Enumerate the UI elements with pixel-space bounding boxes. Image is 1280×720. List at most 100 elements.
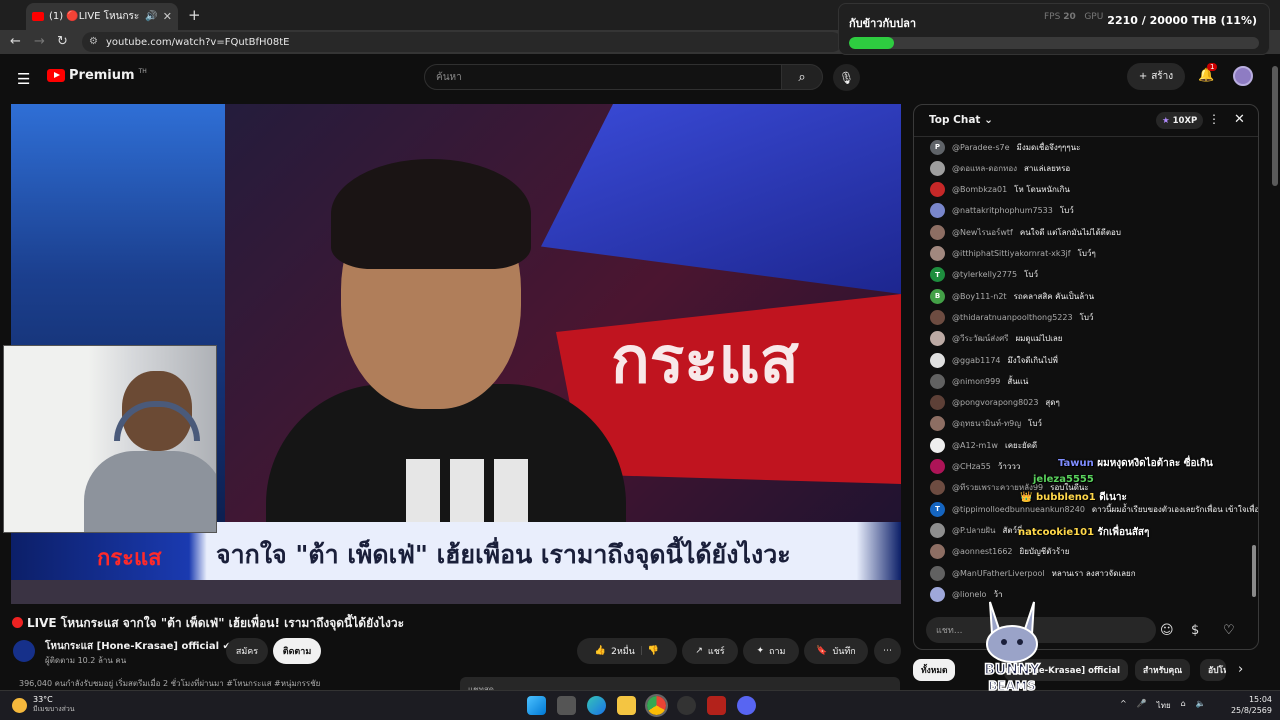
chat-author[interactable]: @ggab1174 — [952, 356, 1001, 365]
audio-icon[interactable]: 🔊 — [145, 11, 157, 22]
chat-avatar[interactable] — [930, 565, 945, 581]
site-info-icon[interactable]: ⚙ — [89, 36, 98, 47]
task-view-icon[interactable] — [557, 696, 576, 715]
clock[interactable]: 15:04 25/8/2569 — [1228, 694, 1272, 716]
chat-avatar[interactable] — [930, 373, 945, 389]
chat-author[interactable]: @thidaratnuanpoolthong5223 — [952, 313, 1073, 322]
like-count[interactable]: 2หมื่น — [611, 644, 635, 658]
ask-button[interactable]: ✦ ถาม — [743, 638, 799, 664]
heart-icon[interactable]: ♡ — [1223, 623, 1235, 638]
channel-name[interactable]: โหนกระแส [Hone-Krasae] official ✔ — [45, 639, 231, 654]
chat-avatar[interactable] — [930, 309, 945, 325]
chat-message[interactable]: @วีระวัฒน์ส่งศรี ผมดูแม่ไปเลย — [930, 331, 1062, 347]
chat-avatar[interactable] — [930, 480, 945, 496]
start-icon[interactable] — [527, 696, 546, 715]
obs-icon[interactable] — [677, 696, 696, 715]
chat-author[interactable]: @วีระวัฒน์ส่งศรี — [952, 332, 1008, 345]
chat-avatar[interactable]: T — [930, 501, 945, 517]
dislike-icon[interactable]: 👎 — [648, 646, 659, 656]
language-indicator[interactable]: ไทย — [1157, 699, 1171, 712]
chat-message[interactable]: @ฤทธนามินท์-ท9ญ โบว์ — [930, 416, 1042, 432]
chat-author[interactable]: @CHza55 — [952, 462, 991, 471]
volume-icon[interactable]: 🔈 — [1196, 699, 1206, 712]
chat-author[interactable]: @ฤทธนามินท์-ท9ญ — [952, 417, 1021, 430]
chat-message[interactable]: @P.ปลายฝัน สัตว์นี่ — [930, 522, 1022, 538]
file-explorer-icon[interactable] — [617, 696, 636, 715]
chat-author[interactable]: @aonnest1662 — [952, 547, 1013, 556]
chat-message[interactable]: @Bombkza01 โห โดนหนักเกิน — [930, 182, 1070, 198]
chat-author[interactable]: @tylerkelly2775 — [952, 270, 1017, 279]
chat-author[interactable]: @itthiphatSittiyakornrat-xk3jf — [952, 249, 1071, 258]
subscribe-button[interactable]: ติดตาม — [273, 638, 321, 664]
chat-avatar[interactable]: B — [930, 288, 945, 304]
xp-badge[interactable]: ★ 10XP — [1156, 112, 1204, 129]
voice-search-button[interactable]: 🎙 — [833, 64, 860, 91]
search-button[interactable]: ⌕ — [781, 64, 823, 90]
chrome-icon[interactable] — [645, 694, 668, 717]
chat-avatar[interactable] — [930, 522, 945, 538]
chat-message[interactable]: @ManUFatherLiverpool หลานเรา ลงสาวจัดเลยก — [930, 565, 1136, 581]
edge-icon[interactable] — [587, 696, 606, 715]
chat-avatar[interactable] — [930, 352, 945, 368]
account-avatar[interactable] — [1233, 66, 1253, 86]
chat-avatar[interactable] — [930, 331, 945, 347]
tray-mic-icon[interactable]: 🎤 — [1137, 699, 1147, 712]
filter-chip-all[interactable]: ทั้งหมด — [913, 659, 956, 681]
chat-avatar[interactable] — [930, 395, 945, 411]
url-field[interactable]: ⚙ youtube.com/watch?v=FQutBfH08tE — [82, 32, 842, 52]
channel-avatar[interactable] — [13, 640, 35, 662]
chat-author[interactable]: @Paradee-s7e — [952, 143, 1010, 152]
discord-icon[interactable] — [737, 696, 756, 715]
chat-avatar[interactable] — [930, 459, 945, 474]
forward-icon[interactable]: → — [34, 34, 45, 49]
chat-author[interactable]: @ManUFatherLiverpool — [952, 569, 1045, 578]
chat-avatar[interactable] — [930, 416, 945, 432]
chat-author[interactable]: @pongvorapong8023 — [952, 398, 1038, 407]
chat-author[interactable]: @Bombkza01 — [952, 185, 1007, 194]
join-button[interactable]: สมัคร — [226, 638, 268, 664]
chat-avatar[interactable]: P — [930, 139, 945, 155]
create-button[interactable]: + สร้าง — [1127, 63, 1185, 90]
save-button[interactable]: 🔖 บันทึก — [804, 638, 868, 664]
new-tab-icon[interactable]: + — [188, 6, 201, 24]
chat-message[interactable]: @thidaratnuanpoolthong5223 โบว์ — [930, 309, 1093, 325]
tray-chevron-icon[interactable]: ^ — [1120, 699, 1127, 712]
chat-author[interactable]: @P.ปลายฝัน — [952, 524, 995, 537]
filter-chip-uploads[interactable]: อัปโหลด — [1200, 659, 1226, 681]
network-icon[interactable]: ⌂ — [1181, 699, 1186, 712]
notifications-button[interactable]: 🔔 1 — [1198, 63, 1218, 83]
chat-message[interactable]: P @Paradee-s7e มีงมดเชื่อจึงๆๆๆนะ — [930, 139, 1080, 155]
reload-icon[interactable]: ↻ — [57, 34, 68, 49]
youtube-premium-logo[interactable]: Premium TH — [47, 68, 147, 83]
chevron-right-icon[interactable]: › — [1238, 662, 1243, 677]
chat-message[interactable]: @A12-m1w เคยะยัดดี — [930, 437, 1037, 453]
chat-scrollbar[interactable] — [1252, 145, 1257, 605]
chat-avatar[interactable] — [930, 246, 945, 261]
close-chat-icon[interactable]: ✕ — [1234, 112, 1245, 127]
chat-message[interactable]: B @Boy111-n2t รถคลาสสิค คันเป็นล้าน — [930, 288, 1094, 304]
chat-avatar[interactable] — [930, 182, 945, 198]
chat-author[interactable]: @nimon999 — [952, 377, 1000, 386]
chat-mode-dropdown[interactable]: Top Chat ⌄ — [929, 114, 993, 126]
chat-avatar[interactable] — [930, 224, 945, 240]
chat-avatar[interactable]: T — [930, 267, 945, 283]
close-tab-icon[interactable]: ✕ — [163, 10, 172, 23]
back-icon[interactable]: ← — [10, 34, 21, 49]
chat-author[interactable]: @nattakritphophum7533 — [952, 206, 1053, 215]
emoji-icon[interactable]: ☺ — [1160, 623, 1174, 638]
dota-icon[interactable] — [707, 696, 726, 715]
chat-avatar[interactable] — [930, 160, 945, 176]
chat-message[interactable]: @ดอแหล-ดอกทอง สาแล่เลยหรอ — [930, 160, 1070, 176]
chat-author[interactable]: @A12-m1w — [952, 441, 998, 450]
chat-avatar[interactable] — [930, 586, 945, 602]
chat-author[interactable]: @Boy111-n2t — [952, 292, 1007, 301]
super-chat-icon[interactable]: $ — [1191, 623, 1199, 638]
chat-avatar[interactable] — [930, 437, 945, 453]
chat-avatar[interactable] — [930, 203, 945, 219]
chat-more-icon[interactable]: ⋮ — [1208, 112, 1220, 126]
hamburger-menu-icon[interactable]: ☰ — [17, 70, 30, 88]
chat-message[interactable]: @ggab1174 มึงใจดีเกินไปพี่ — [930, 352, 1058, 368]
chat-message[interactable]: @nimon999 สั้นแน่ — [930, 373, 1028, 389]
chat-author[interactable]: @tippimolloedbunnueankun8240 — [952, 505, 1085, 514]
like-icon[interactable]: 👍 — [595, 646, 606, 656]
